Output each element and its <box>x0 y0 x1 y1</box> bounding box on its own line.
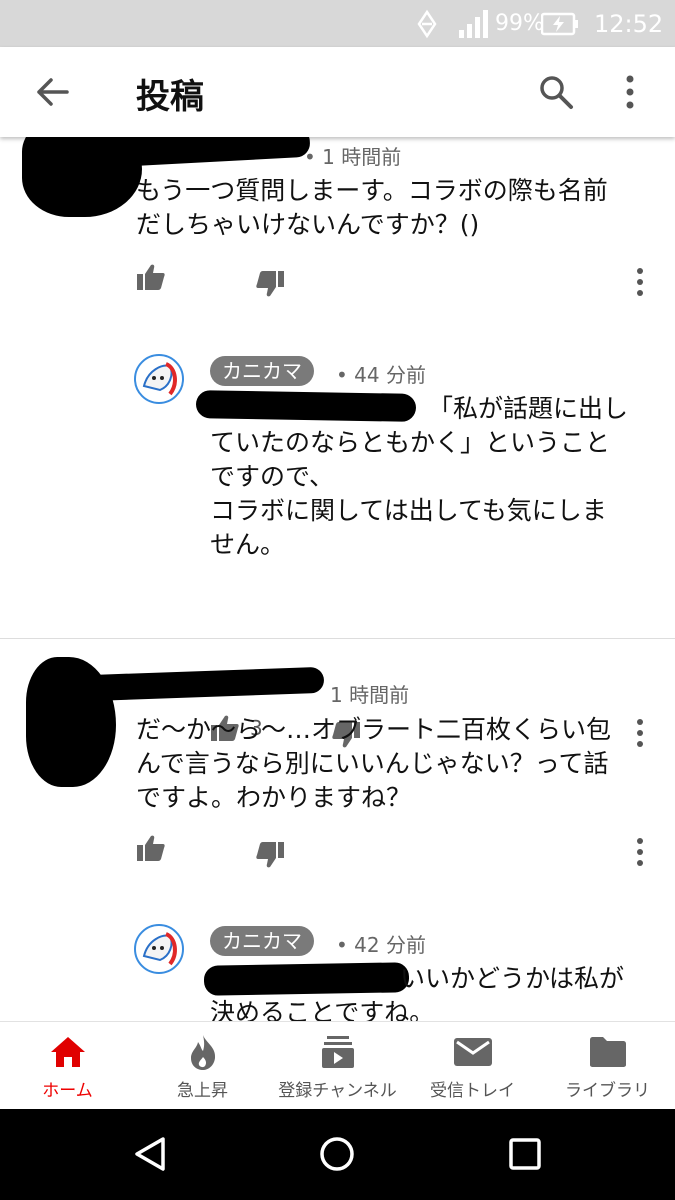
subscriptions-icon <box>270 1034 405 1070</box>
thumbs-down-icon <box>256 271 284 297</box>
author-chip[interactable]: カニカマ <box>210 356 314 386</box>
comment-menu-icon[interactable] <box>630 835 650 869</box>
nav-trending[interactable]: 急上昇 <box>135 1022 270 1110</box>
comment-time: • 44 分前 <box>336 363 426 387</box>
system-recents-icon[interactable] <box>505 1134 545 1174</box>
page-title: 投稿 <box>136 77 204 117</box>
like-button[interactable] <box>136 263 166 291</box>
comment-menu-icon[interactable] <box>630 716 650 750</box>
back-arrow-icon[interactable] <box>28 72 76 112</box>
comment-text: いいかどうかは私が 決めることですね。 <box>210 964 625 1021</box>
nav-label: 受信トレイ <box>430 1081 515 1101</box>
nav-label: 急上昇 <box>177 1081 228 1101</box>
redacted-author-name <box>85 666 325 702</box>
battery-percent: 99% <box>495 11 544 36</box>
more-vert-icon[interactable] <box>612 70 648 114</box>
nav-label: 登録チャンネル <box>278 1081 397 1101</box>
thumbs-up-icon <box>137 835 165 861</box>
like-button[interactable] <box>136 834 166 862</box>
dislike-button[interactable] <box>255 270 285 298</box>
redacted-author-name <box>69 137 311 170</box>
system-navigation-bar <box>0 1109 675 1200</box>
system-back-icon[interactable] <box>130 1134 170 1174</box>
folder-icon <box>540 1034 675 1070</box>
comment-text: 「私が話題に出し ていたのならともかく」ということ ですので、 コラボに関しては… <box>210 394 629 559</box>
nav-library[interactable]: ライブラリ <box>540 1022 675 1110</box>
divider <box>0 638 675 639</box>
search-icon[interactable] <box>534 70 578 114</box>
thumbs-down-icon <box>256 842 284 868</box>
comment-time: • 1 時間前 <box>304 145 402 169</box>
comment-time: 1 時間前 <box>330 683 410 707</box>
bottom-navigation: ホーム 急上昇 登録チャンネル 受信トレイ ライブラリ <box>0 1021 675 1110</box>
status-bar: 99% 12:52 <box>0 0 675 47</box>
data-arrows-icon <box>412 0 442 47</box>
avatar[interactable] <box>134 924 184 974</box>
nav-home[interactable]: ホーム <box>0 1022 135 1110</box>
system-home-icon[interactable] <box>317 1134 357 1174</box>
nav-label: ライブラリ <box>565 1081 650 1101</box>
inbox-mail-icon <box>405 1034 540 1070</box>
nav-label: ホーム <box>42 1081 93 1101</box>
nav-subscriptions[interactable]: 登録チャンネル <box>270 1022 405 1110</box>
battery-charging-icon <box>541 0 579 47</box>
comment-text: だ～か～ら～…オブラート二百枚くらい包 んで言うなら別にいいんじゃない？って話 … <box>136 715 612 812</box>
comment-menu-icon[interactable] <box>630 265 650 299</box>
home-icon <box>0 1034 135 1070</box>
comment-thread: • 1 時間前 もう一つ質問しまーす。コラボの際も名前 だしちゃいけないんですか… <box>0 137 675 1021</box>
nav-inbox[interactable]: 受信トレイ <box>405 1022 540 1110</box>
author-chip[interactable]: カニカマ <box>210 926 314 956</box>
signal-icon <box>458 0 490 47</box>
flame-icon <box>135 1034 270 1070</box>
avatar[interactable] <box>134 354 184 404</box>
comment-text: もう一つ質問しまーす。コラボの際も名前 だしちゃいけないんですか？() <box>136 176 608 239</box>
thumbs-up-icon <box>137 264 165 290</box>
comment-time: • 42 分前 <box>336 933 426 957</box>
clock: 12:52 <box>594 9 664 38</box>
dislike-button[interactable] <box>255 841 285 869</box>
app-bar: 投稿 <box>0 47 675 137</box>
